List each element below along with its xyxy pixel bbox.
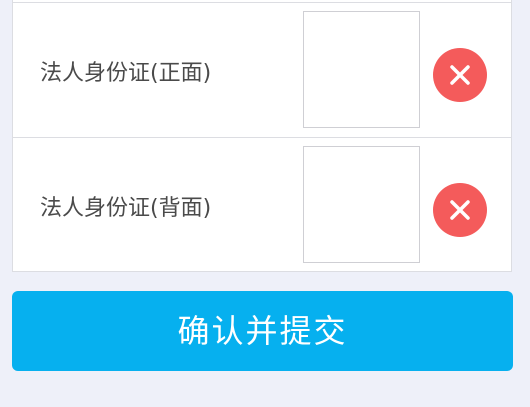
upload-card: 法人身份证(正面) 法人身份证(背面) [12, 0, 512, 272]
upload-row-id-back: 法人身份证(背面) [13, 137, 511, 273]
upload-row-label: 法人身份证(正面) [40, 60, 212, 86]
delete-image-button[interactable] [433, 183, 487, 237]
confirm-submit-button[interactable]: 确认并提交 [12, 291, 513, 371]
close-icon [450, 65, 470, 85]
upload-row-id-front: 法人身份证(正面) [13, 2, 511, 138]
upload-row-label: 法人身份证(背面) [40, 195, 212, 221]
close-icon [450, 200, 470, 220]
image-upload-slot[interactable] [303, 146, 420, 263]
delete-image-button[interactable] [433, 48, 487, 102]
image-upload-slot[interactable] [303, 11, 420, 128]
